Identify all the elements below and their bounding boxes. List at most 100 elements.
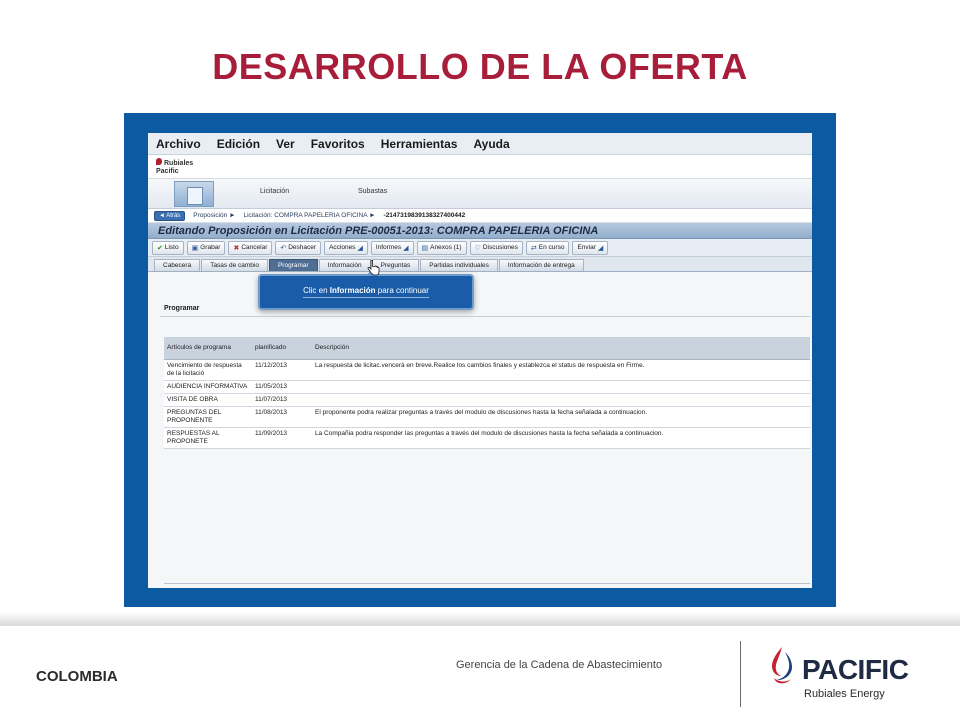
cell-description: El proponente podra realizar preguntas a…	[312, 406, 810, 428]
check-icon: ✔	[157, 244, 163, 252]
nav-tab-subastas[interactable]: Subastas	[358, 188, 387, 195]
dropdown-arrow-icon: ◢	[357, 244, 363, 252]
menu-favoritos[interactable]: Favoritos	[311, 137, 365, 151]
dropdown-arrow-icon: ◢	[597, 244, 604, 252]
breadcrumb-id: -2147319839138327400442	[383, 212, 466, 219]
deshacer-label: Deshacer	[288, 244, 317, 251]
cell-item: PREGUNTAS DEL PROPONENTE	[164, 406, 252, 428]
breadcrumb: ◄ Atrás Proposición ► Licitación: COMPRA…	[148, 209, 812, 223]
table-row[interactable]: AUDIENCIA INFORMATIVA 11/05/2013	[164, 380, 810, 394]
cancelar-label: Cancelar	[241, 244, 268, 251]
document-title-text: Editando Proposición en Licitación PRE-0…	[158, 224, 599, 237]
table-row[interactable]: RESPUESTAS AL PROPONETE 11/09/2013 La Co…	[164, 427, 810, 449]
column-header-descripcion[interactable]: Descripción	[312, 337, 810, 360]
action-toolbar: ✔ Listo ▣ Grabar ✖ Cancelar ↶ Deshacer Accio…	[148, 239, 812, 257]
menu-archivo[interactable]: Archivo	[156, 137, 201, 151]
discusiones-button[interactable]: ♡ Discusiones	[469, 240, 523, 255]
section-title: Programar	[164, 305, 200, 312]
back-button[interactable]: ◄ Atrás	[154, 210, 186, 221]
discussion-icon: ♡	[474, 244, 481, 252]
menu-edicion[interactable]: Edición	[217, 137, 260, 151]
back-label: Atrás	[166, 212, 181, 219]
callout-text-post: para continuar	[375, 286, 429, 295]
en-curso-label: En curso	[538, 244, 565, 251]
tab-cabecera[interactable]: Cabecera	[154, 259, 201, 271]
table-row[interactable]: PREGUNTAS DEL PROPONENTE 11/08/2013 El p…	[164, 406, 810, 428]
section-divider	[160, 316, 810, 317]
table-header-row: Artículos de programa planificado Descri…	[164, 337, 810, 360]
listo-button[interactable]: ✔ Listo	[152, 240, 184, 255]
informes-label: Informes	[375, 244, 402, 251]
en-curso-button[interactable]: ⇄ En curso	[525, 240, 570, 255]
pacific-drop-icon	[156, 157, 162, 165]
grabar-label: Grabar	[200, 244, 221, 251]
breadcrumb-licitacion[interactable]: Licitación: COMPRA PAPELERIA OFICINA ►	[244, 212, 376, 219]
enviar-label: Enviar	[577, 244, 596, 251]
column-header-planificado[interactable]: planificado	[252, 337, 312, 360]
workflow-icon: ⇄	[530, 244, 537, 252]
menu-ayuda[interactable]: Ayuda	[473, 137, 509, 151]
tab-content: Programar Artículos de programa planific…	[148, 295, 812, 588]
tab-programar[interactable]: Programar	[268, 259, 318, 271]
cell-date: 11/09/2013	[252, 427, 312, 449]
screenshot-frame: Archivo Edición Ver Favoritos Herramient…	[124, 113, 836, 607]
brand-name: PACIFIC	[802, 654, 909, 685]
module-nav: Licitación Subastas	[148, 179, 812, 209]
cell-description: La Compañia podra responder las pregunta…	[312, 427, 810, 449]
acciones-button[interactable]: Acciones ◢	[324, 240, 368, 255]
tab-informacion[interactable]: Información	[318, 259, 371, 271]
menu-ver[interactable]: Ver	[276, 137, 295, 151]
discusiones-label: Discusiones	[482, 244, 518, 251]
deshacer-button[interactable]: ↶ Deshacer	[275, 240, 322, 255]
footer-divider	[740, 641, 741, 707]
enviar-button[interactable]: Enviar ◢	[572, 240, 609, 255]
browser-menubar: Archivo Edición Ver Favoritos Herramient…	[148, 133, 812, 155]
grabar-button[interactable]: ▣ Grabar	[186, 240, 226, 255]
slide-title: DESARROLLO DE LA OFERTA	[212, 46, 748, 87]
table-bottom-rule	[164, 583, 810, 584]
footer-country: COLOMBIA	[36, 668, 118, 685]
footer-rule	[0, 612, 960, 626]
close-icon: ✖	[233, 244, 240, 252]
cell-description	[312, 380, 810, 394]
tab-tasas-de-cambio[interactable]: Tasas de cambio	[201, 259, 268, 271]
brand-tagline: Rubiales Energy	[804, 688, 885, 700]
pacific-logo: PACIFIC Rubiales Energy	[762, 640, 932, 710]
listo-label: Listo	[164, 244, 179, 251]
cell-date: 11/12/2013	[252, 359, 312, 381]
cell-description: La respuesta de licitac.vencerá en breve…	[312, 359, 810, 381]
anexos-label: Anexos (1)	[430, 244, 462, 251]
menu-herramientas[interactable]: Herramientas	[381, 137, 458, 151]
cell-item: RESPUESTAS AL PROPONETE	[164, 427, 252, 449]
callout-text: Clic en Información para continuar	[303, 286, 429, 298]
cell-item: Vencimiento de respuesta de la licitació	[164, 359, 252, 381]
schedule-table: Artículos de programa planificado Descri…	[164, 337, 810, 449]
attachment-icon: ▤	[421, 244, 429, 252]
mini-logo-name: Pacific	[156, 167, 179, 175]
informes-button[interactable]: Informes ◢	[370, 240, 414, 255]
instruction-callout: Clic en Información para continuar	[258, 268, 474, 310]
cell-item: VISITA DE OBRA	[164, 393, 252, 407]
undo-icon: ↶	[280, 244, 287, 252]
breadcrumb-proposicion[interactable]: Proposición ►	[193, 212, 235, 219]
app-logo-strip: Rubiales Pacific	[148, 155, 812, 179]
tab-informacion-de-entrega[interactable]: Información de entrega	[498, 259, 584, 271]
anexos-button[interactable]: ▤ Anexos (1)	[416, 240, 467, 255]
nav-tab-licitacion[interactable]: Licitación	[260, 188, 289, 195]
column-header-articulos[interactable]: Artículos de programa	[164, 337, 252, 360]
acciones-label: Acciones	[329, 244, 356, 251]
hand-pointer-icon	[367, 260, 380, 276]
table-row[interactable]: VISITA DE OBRA 11/07/2013	[164, 393, 810, 407]
proposal-tabs: Cabecera Tasas de cambio Programar Infor…	[148, 257, 812, 272]
tab-partidas-individuales[interactable]: Partidas individuales	[420, 259, 498, 271]
mini-pacific-logo: Rubiales Pacific	[156, 157, 193, 176]
callout-text-pre: Clic en	[303, 286, 330, 295]
cell-date: 11/07/2013	[252, 393, 312, 407]
footer-department: Gerencia de la Cadena de Abastecimiento	[456, 659, 663, 671]
browser-screen: Archivo Edición Ver Favoritos Herramient…	[148, 133, 812, 588]
cell-item: AUDIENCIA INFORMATIVA	[164, 380, 252, 394]
table-row[interactable]: Vencimiento de respuesta de la licitació…	[164, 359, 810, 381]
save-icon: ▣	[191, 244, 199, 252]
cancelar-button[interactable]: ✖ Cancelar	[228, 240, 273, 255]
home-module-icon[interactable]	[174, 181, 214, 207]
